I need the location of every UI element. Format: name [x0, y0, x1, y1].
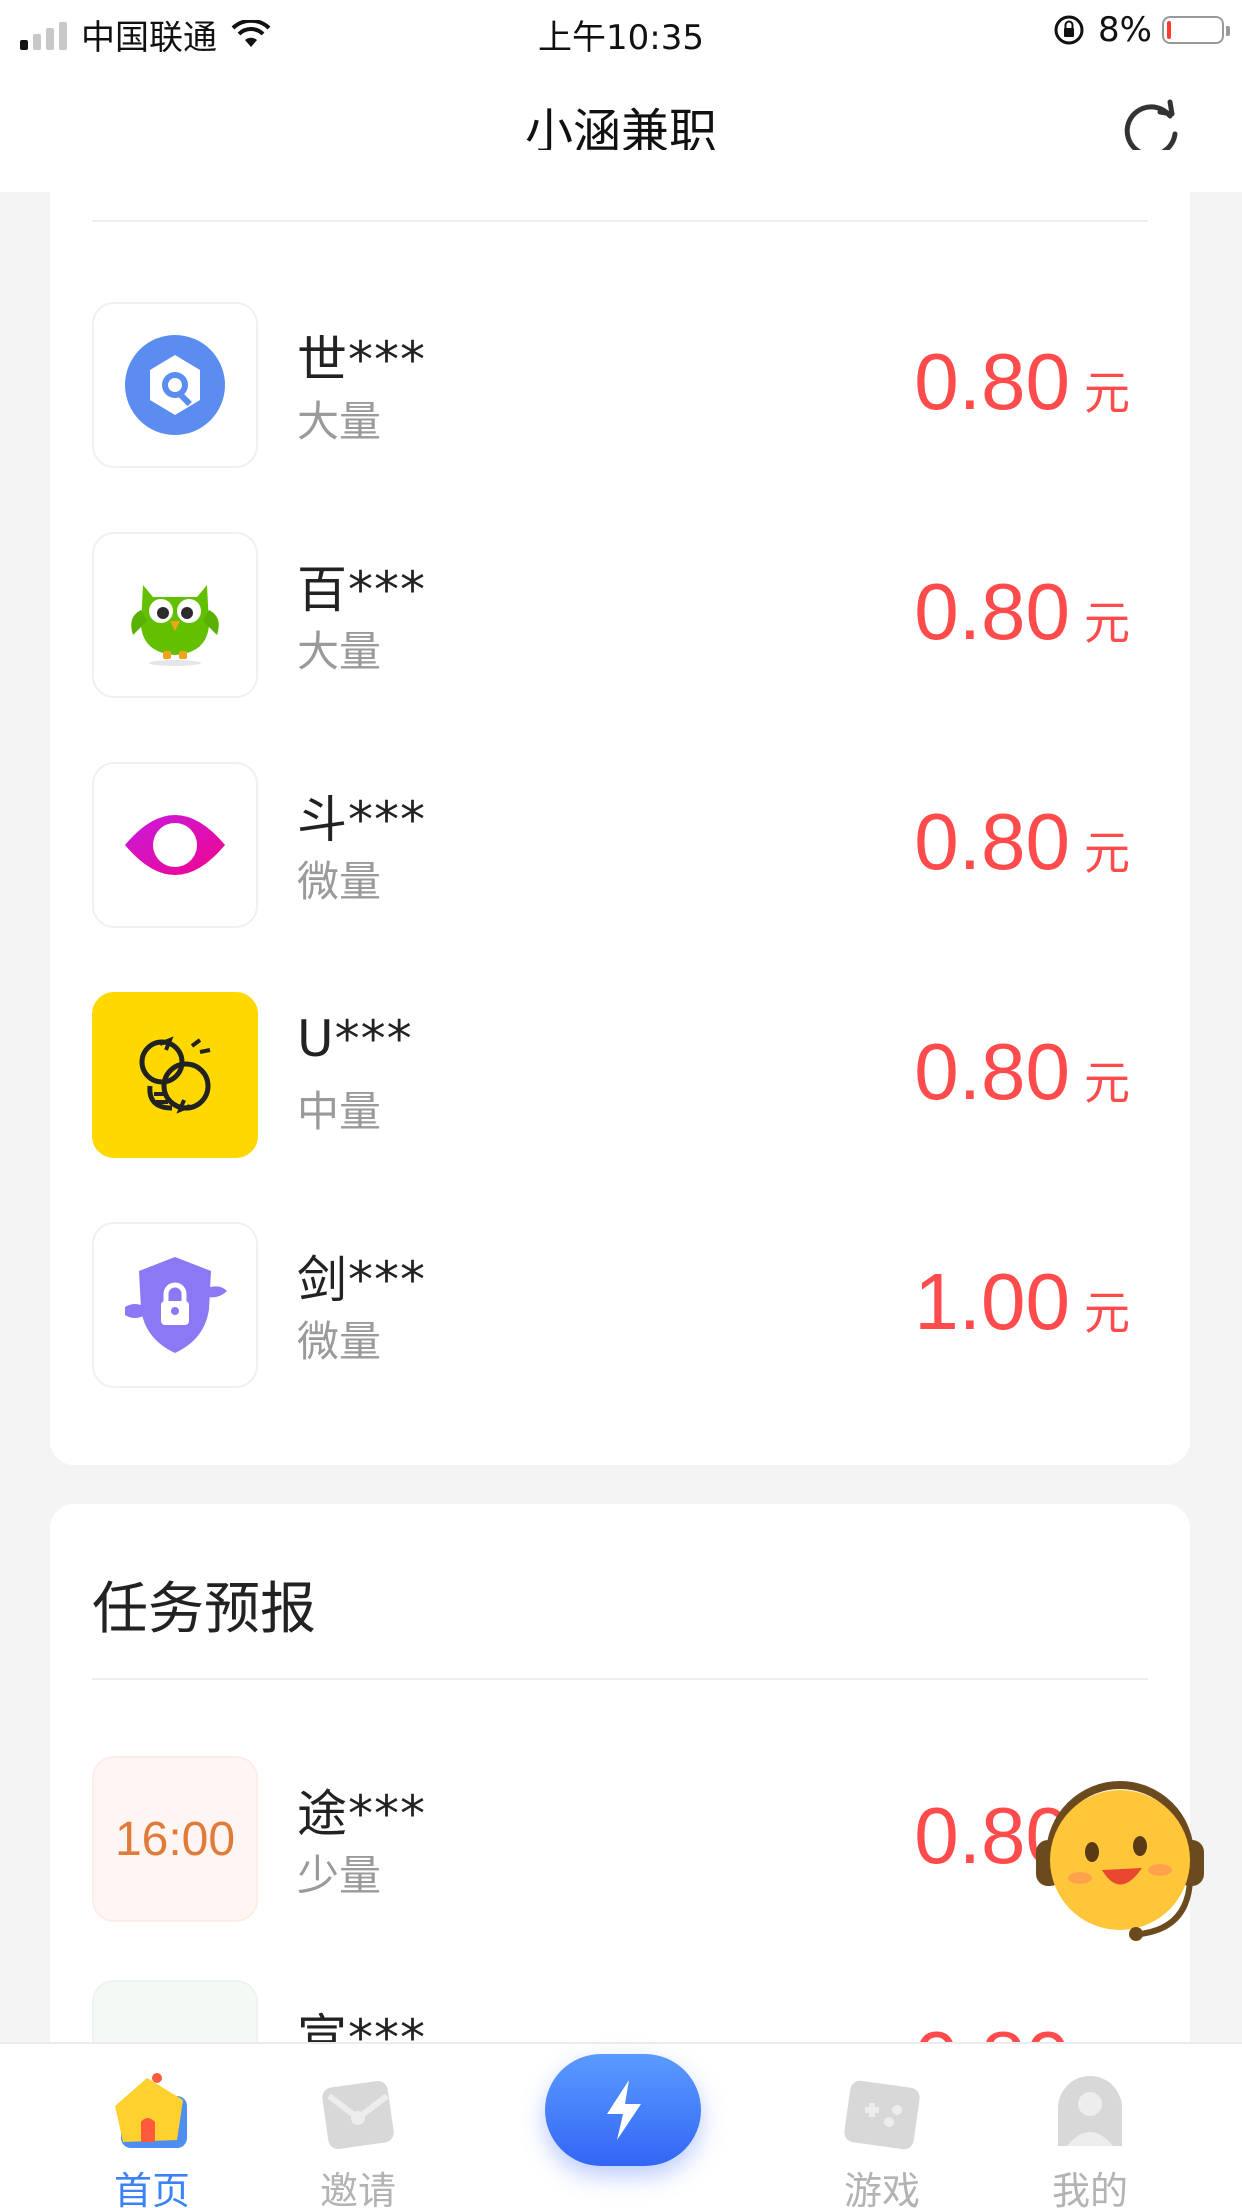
honey-pot-icon — [139, 1036, 211, 1114]
owl-icon — [131, 585, 219, 666]
tab-bar: 首页 邀请 游戏 我的 — [0, 2042, 1242, 2208]
tab-invite[interactable]: 邀请 — [258, 2066, 458, 2208]
task-name: 斗*** — [297, 791, 426, 849]
price-unit: 元 — [1084, 366, 1130, 420]
task-row[interactable]: 百*** 大量 0.80 元 — [50, 532, 1190, 702]
task-price: 0.80 元 — [914, 796, 1130, 888]
task-name: 途*** — [297, 1785, 426, 1843]
tab-label: 我的 — [1051, 2169, 1128, 2208]
time-badge-box: 16:00 — [92, 1756, 258, 1922]
center-action-button[interactable] — [545, 2054, 701, 2166]
invite-icon — [322, 2081, 394, 2149]
app-icon-box — [92, 1222, 258, 1388]
price-unit: 元 — [1084, 1286, 1130, 1340]
tab-label: 游戏 — [843, 2169, 920, 2208]
carrier-name: 中国联通 — [81, 18, 217, 58]
hexagon-search-icon — [125, 335, 225, 435]
task-row[interactable]: 斗*** 微量 0.80 元 — [50, 762, 1190, 932]
orientation-lock-icon — [1054, 15, 1084, 45]
task-volume: 微量 — [297, 857, 382, 906]
price-amount: 0.80 — [914, 797, 1070, 886]
task-price: 1.00 元 — [914, 1256, 1130, 1348]
task-price: 0.80 元 — [914, 336, 1130, 428]
price-unit: 元 — [1084, 1056, 1130, 1110]
task-volume: 少量 — [297, 1851, 382, 1900]
battery-icon — [1162, 16, 1230, 44]
battery-level — [1167, 21, 1171, 39]
tab-label: 邀请 — [319, 2169, 396, 2208]
status-left: 中国联通 — [20, 10, 271, 59]
task-name: 剑*** — [297, 1251, 426, 1309]
app-icon-box — [92, 532, 258, 698]
task-name: 百*** — [297, 561, 426, 619]
divider — [92, 1678, 1148, 1680]
price-unit: 元 — [1084, 596, 1130, 650]
app-icon-box — [92, 762, 258, 928]
status-bar: 中国联通 上午10:35 8% — [0, 0, 1242, 62]
home-icon — [115, 2073, 187, 2148]
section-title: 任务预报 — [92, 1577, 316, 1642]
task-volume: 大量 — [297, 627, 382, 676]
task-price: 0.80 元 — [914, 566, 1130, 658]
profile-icon — [1058, 2076, 1122, 2146]
wifi-icon — [231, 19, 271, 47]
status-right: 8% — [1052, 10, 1230, 50]
task-price: 0.80 元 — [914, 1026, 1130, 1118]
task-row[interactable]: 世*** 大量 0.80 元 — [50, 302, 1190, 472]
game-icon — [844, 2080, 920, 2150]
tab-home[interactable]: 首页 — [52, 2066, 252, 2208]
customer-service-emoji-icon[interactable] — [1020, 1760, 1220, 1950]
signal-icon — [20, 20, 67, 50]
tab-profile[interactable]: 我的 — [990, 2066, 1190, 2208]
app-icon-box — [92, 302, 258, 468]
lightning-icon — [607, 2080, 641, 2140]
preview-row[interactable]: 16:00 途*** 少量 0.80 元 — [50, 1756, 1190, 1926]
price-amount: 0.80 — [914, 567, 1070, 656]
task-volume: 微量 — [297, 1317, 382, 1366]
task-volume: 中量 — [297, 1087, 382, 1136]
task-name: 世*** — [297, 331, 426, 389]
app-icon-box — [92, 992, 258, 1158]
tab-label: 首页 — [113, 2169, 190, 2208]
start-time: 16:00 — [114, 1812, 236, 1866]
price-amount: 0.80 — [914, 1027, 1070, 1116]
task-row[interactable]: 剑*** 微量 1.00 元 — [50, 1222, 1190, 1392]
task-name: U*** — [297, 1010, 413, 1068]
task-row[interactable]: U*** 中量 0.80 元 — [50, 992, 1190, 1162]
price-amount: 0.80 — [914, 337, 1070, 426]
task-list-card: 世*** 大量 0.80 元 百*** 大量 0.80 元 斗*** 微量 0.… — [50, 150, 1190, 1465]
shield-lock-icon — [125, 1257, 227, 1353]
battery-percent: 8% — [1098, 10, 1152, 50]
price-amount: 1.00 — [914, 1257, 1070, 1346]
eye-ring-icon — [125, 815, 225, 875]
tab-game[interactable]: 游戏 — [782, 2066, 982, 2208]
divider — [92, 220, 1148, 222]
price-unit: 元 — [1084, 826, 1130, 880]
task-volume: 大量 — [297, 397, 382, 446]
app-screen: 中国联通 上午10:35 8% 小涵兼职 世*** 大量 0.80 元 百***… — [0, 0, 1242, 2208]
